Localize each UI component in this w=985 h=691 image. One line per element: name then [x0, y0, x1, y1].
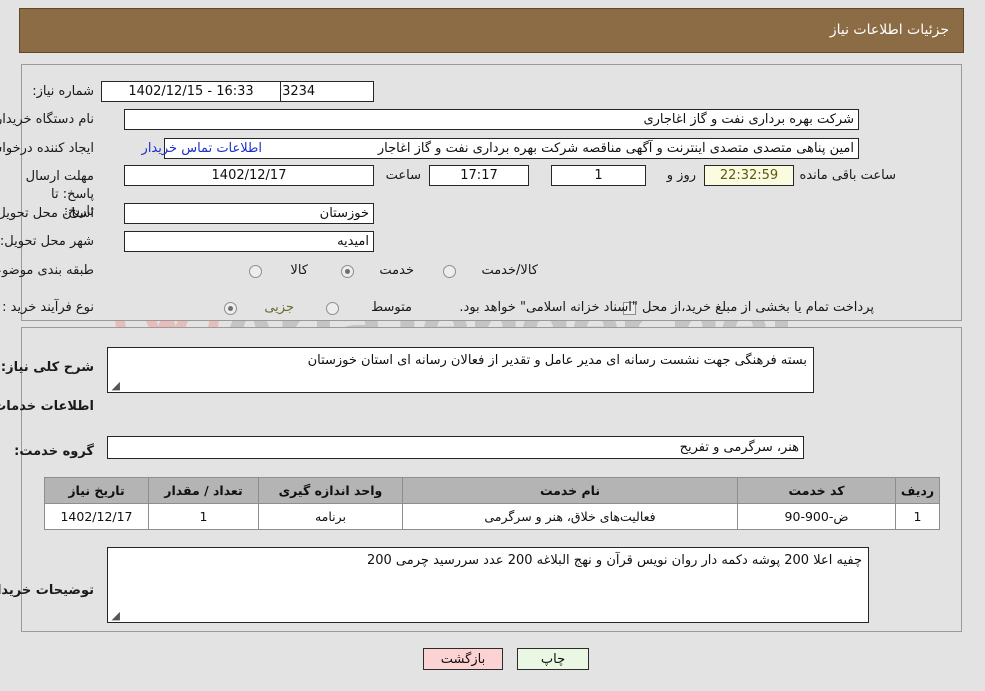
- service-group-value: هنر، سرگرمی و تفریح: [108, 436, 805, 459]
- category-radio-kala[interactable]: [250, 265, 263, 278]
- general-description-label: شرح کلی نیاز:: [1, 360, 95, 375]
- buyer-contact-link[interactable]: اطلاعات تماس خریدار: [143, 141, 263, 156]
- col-quantity: تعداد / مقدار: [149, 477, 260, 504]
- city-value: امیدیه: [125, 231, 375, 252]
- remaining-time-value: 22:32:59: [705, 165, 795, 186]
- services-info-heading: اطلاعات خدمات مورد نیاز: [0, 399, 95, 414]
- province-value: خوزستان: [125, 203, 375, 224]
- city-label: شهر محل تحویل:: [0, 234, 95, 249]
- buyer-notes-label: توضیحات خریدار:: [0, 583, 95, 598]
- category-option-khedmat: خدمت: [380, 263, 415, 278]
- cell-service-name: فعالیت‌های خلاق، هنر و سرگرمی: [403, 503, 739, 530]
- resize-grip-icon[interactable]: ◢: [111, 610, 121, 621]
- col-unit: واحد اندازه گیری: [259, 477, 404, 504]
- category-label: طبقه بندی موضوعی:: [0, 263, 95, 278]
- resize-grip-icon[interactable]: ◢: [111, 380, 121, 391]
- announce-date-value: 16:33 - 1402/12/15: [102, 81, 282, 102]
- category-option-kala-khedmat: کالا/خدمت: [482, 263, 539, 278]
- back-button[interactable]: بازگشت: [424, 648, 504, 670]
- process-radio-motavaset[interactable]: [327, 302, 340, 315]
- general-description-text: بسته فرهنگی جهت نشست رسانه ای مدیر عامل …: [308, 353, 808, 368]
- table-header-row: ردیف کد خدمت نام خدمت واحد اندازه گیری ت…: [45, 477, 941, 504]
- process-label: نوع فرآیند خرید :: [3, 300, 95, 315]
- col-row-no: ردیف: [896, 477, 941, 504]
- category-radio-kala-khedmat[interactable]: [444, 265, 457, 278]
- print-button[interactable]: چاپ: [518, 648, 590, 670]
- process-option-motavaset: متوسط: [372, 300, 413, 315]
- col-need-date: تاریخ نیاز: [45, 477, 150, 504]
- province-label: استان محل تحویل:: [0, 206, 95, 221]
- deadline-hour-label: ساعت: [386, 168, 422, 183]
- remaining-time-suffix: ساعت باقی مانده: [800, 168, 897, 183]
- col-service-code: کد خدمت: [738, 477, 897, 504]
- cell-service-code: ض-900-90: [738, 503, 897, 530]
- service-group-label: گروه خدمت:: [15, 444, 95, 459]
- process-radio-jozii[interactable]: [225, 302, 238, 315]
- service-items-table: ردیف کد خدمت نام خدمت واحد اندازه گیری ت…: [45, 477, 941, 530]
- need-info-panel: [22, 64, 963, 321]
- general-description-value[interactable]: بسته فرهنگی جهت نشست رسانه ای مدیر عامل …: [108, 347, 815, 393]
- category-radio-khedmat[interactable]: [342, 265, 355, 278]
- buyer-org-label: نام دستگاه خریدار:: [0, 112, 95, 127]
- request-creator-label: ایجاد کننده درخواست:: [0, 141, 95, 156]
- cell-unit: برنامه: [259, 503, 404, 530]
- remaining-days-value: 1: [552, 165, 647, 186]
- deadline-date-value: 1402/12/17: [125, 165, 375, 186]
- category-option-kala: کالا: [291, 263, 309, 278]
- buyer-org-value: شرکت بهره برداری نفت و گاز اغاجاری: [125, 109, 860, 130]
- buyer-notes-text: چفیه اعلا 200 پوشه دکمه دار روان نویس قر…: [367, 553, 863, 568]
- deadline-hour-value: 17:17: [430, 165, 530, 186]
- col-service-name: نام خدمت: [403, 477, 739, 504]
- treasury-bond-note: پرداخت تمام یا بخشی از مبلغ خرید،از محل …: [460, 300, 875, 315]
- buyer-notes-value[interactable]: چفیه اعلا 200 پوشه دکمه دار روان نویس قر…: [108, 547, 870, 623]
- need-number-label: شماره نیاز:: [33, 84, 95, 99]
- cell-need-date: 1402/12/17: [45, 503, 150, 530]
- process-option-jozii: جزیی: [265, 300, 295, 315]
- page-title: جزئیات اطلاعات نیاز: [830, 22, 950, 38]
- request-creator-value: امین پناهی متصدی متصدی اینترنت و آگهی من…: [165, 138, 860, 159]
- table-row: 1 ض-900-90 فعالیت‌های خلاق، هنر و سرگرمی…: [45, 503, 941, 530]
- days-and-label: روز و: [667, 168, 697, 183]
- page-header-bar: جزئیات اطلاعات نیاز: [20, 8, 965, 53]
- cell-quantity: 1: [149, 503, 260, 530]
- cell-row-no: 1: [896, 503, 941, 530]
